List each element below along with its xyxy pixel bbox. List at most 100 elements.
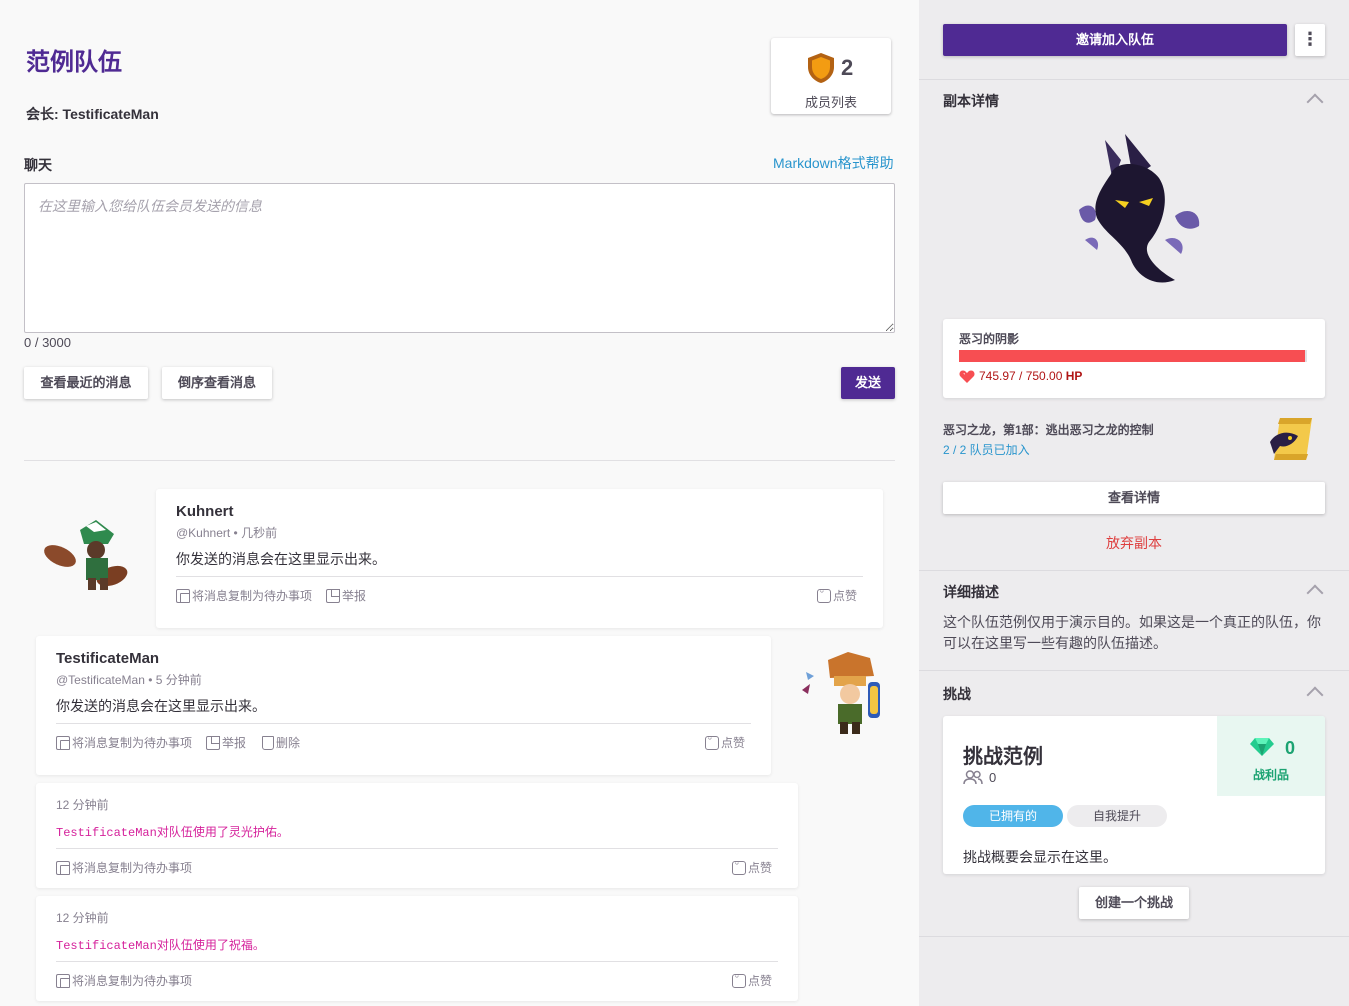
copy-to-todo-action[interactable]: 将消息复制为待办事项 [56,859,192,876]
copy-to-todo-action[interactable]: 将消息复制为待办事项 [176,587,312,604]
like-action[interactable]: 点赞 [705,734,745,751]
report-action[interactable]: 举报 [326,587,366,604]
heart-icon [959,370,975,383]
participant-count: 0 [989,770,997,785]
markdown-help-link[interactable]: Markdown格式帮助 [773,153,894,173]
recent-messages-button[interactable]: 查看最近的消息 [24,367,148,399]
tag-owned[interactable]: 已拥有的 [963,805,1063,827]
system-message-time: 12 分钟前 [56,798,109,812]
boss-hp-bar [959,350,1307,362]
copy-to-todo-label: 将消息复制为待办事项 [72,974,193,988]
delete-label: 删除 [276,736,301,750]
message-card: TestificateMan @TestificateMan • 5 分钟前 你… [36,636,771,775]
message-meta: @Kuhnert • 几秒前 [176,526,278,540]
report-action[interactable]: 举报 [206,734,246,751]
like-icon [705,734,719,750]
message-text: 你发送的消息会在这里显示出来。 [56,698,266,714]
like-action[interactable]: 点赞 [817,587,857,604]
copy-icon [56,973,70,988]
like-label: 点赞 [721,736,746,750]
member-list-button[interactable]: 2 成员列表 [771,38,891,114]
member-count: 2 [841,55,854,80]
tag-self-improvement[interactable]: 自我提升 [1067,805,1167,827]
message-meta: @TestificateMan • 5 分钟前 [56,673,202,687]
invite-button[interactable]: 邀请加入队伍 [943,24,1287,56]
system-message-text: TestificateMan对队伍使用了灵光护佑。 [56,826,289,840]
copy-icon [56,735,70,750]
testificateman-avatar[interactable] [800,652,890,736]
flag-icon [206,735,220,750]
boss-hp-text: 745.97 / 750.00 HP [979,369,1082,383]
challenge-card[interactable]: 挑战范例 0 0 战利品 已拥有的 自我提升 挑战概要会显示在这里。 [943,716,1325,874]
copy-icon [176,588,190,603]
boss-sprite [1079,134,1200,283]
scroll-sprite [1270,418,1312,460]
trash-icon [262,735,274,750]
system-message-text: TestificateMan对队伍使用了祝福。 [56,939,265,953]
message-author[interactable]: TestificateMan [56,650,159,667]
message-divider [56,961,778,962]
loot-label: 战利品 [1252,768,1289,782]
copy-to-todo-action[interactable]: 将消息复制为待办事项 [56,972,192,989]
copy-to-todo-label: 将消息复制为待办事项 [192,589,313,603]
member-list-label: 成员列表 [804,95,857,110]
chat-label: 聊天 [24,157,52,173]
avatar-sprite [44,520,128,590]
copy-icon [56,860,70,875]
challenge-title[interactable]: 挑战范例 [963,740,1043,769]
message-divider [56,848,778,849]
challenge-summary: 挑战概要会显示在这里。 [963,849,1117,865]
copy-to-todo-label: 将消息复制为待办事项 [72,861,193,875]
loot-count: 0 [1285,738,1296,758]
message-card: Kuhnert @Kuhnert • 几秒前 你发送的消息会在这里显示出来。 将… [156,489,883,628]
more-vertical-icon[interactable]: ⋮ [1295,24,1325,56]
report-label: 举报 [222,736,247,750]
shield-icon [808,53,834,83]
like-icon [732,859,746,875]
description-section-title: 详细描述 [943,584,999,600]
message-author[interactable]: Kuhnert [176,503,234,520]
challenge-participants: 0 [963,770,996,785]
chat-input[interactable] [24,183,895,333]
quest-name: 恶习之龙，第1部：逃出恶习之龙的控制 [943,423,1154,437]
party-description: 这个队伍范例仅用于演示目的。如果这是一个真正的队伍，你可以在这里写一些有趣的队伍… [943,614,1321,651]
main-panel: 范例队伍 会长: TestificateMan 2 成员列表 聊天 Markdo… [0,0,919,1006]
boss-hp-fill [959,350,1306,362]
people-icon [963,770,983,785]
create-challenge-button[interactable]: 创建一个挑战 [1079,887,1189,919]
copy-to-todo-label: 将消息复制为待办事项 [72,736,193,750]
message-divider [56,723,751,724]
boss-hp-value: 745.97 / 750.00 [979,369,1063,383]
boss-image [1075,130,1205,295]
like-label: 点赞 [748,974,773,988]
challenges-section-title: 挑战 [943,686,971,702]
reverse-messages-button[interactable]: 倒序查看消息 [162,367,272,399]
abandon-quest-link[interactable]: 放弃副本 [1106,533,1162,553]
like-action[interactable]: 点赞 [732,972,772,989]
like-label: 点赞 [748,861,773,875]
boss-hp-unit: HP [1065,369,1083,383]
boss-health-card: 恶习的阴影 745.97 / 750.00 HP [943,319,1325,398]
divider [24,460,895,461]
section-divider [919,79,1349,80]
quest-joined-count[interactable]: 2 / 2 队员已加入 [943,441,1030,458]
system-message-time: 12 分钟前 [56,911,109,925]
party-leader: 会长: TestificateMan [26,106,159,122]
view-details-button[interactable]: 查看详情 [943,482,1325,514]
copy-to-todo-action[interactable]: 将消息复制为待办事项 [56,734,192,751]
party-title: 范例队伍 [26,49,122,76]
message-divider [176,576,863,577]
gem-icon [1250,738,1274,756]
send-button[interactable]: 发送 [841,367,895,399]
section-divider [919,936,1349,937]
kuhnert-avatar[interactable] [40,518,132,596]
section-divider [919,670,1349,671]
flag-icon [326,588,340,603]
delete-action[interactable]: 删除 [262,734,300,751]
avatar-sprite [802,652,880,734]
loot-box: 0 战利品 [1217,716,1325,796]
boss-name: 恶习的阴影 [959,332,1020,346]
like-action[interactable]: 点赞 [732,859,772,876]
quest-scroll-icon [1266,414,1316,464]
report-label: 举报 [342,589,367,603]
